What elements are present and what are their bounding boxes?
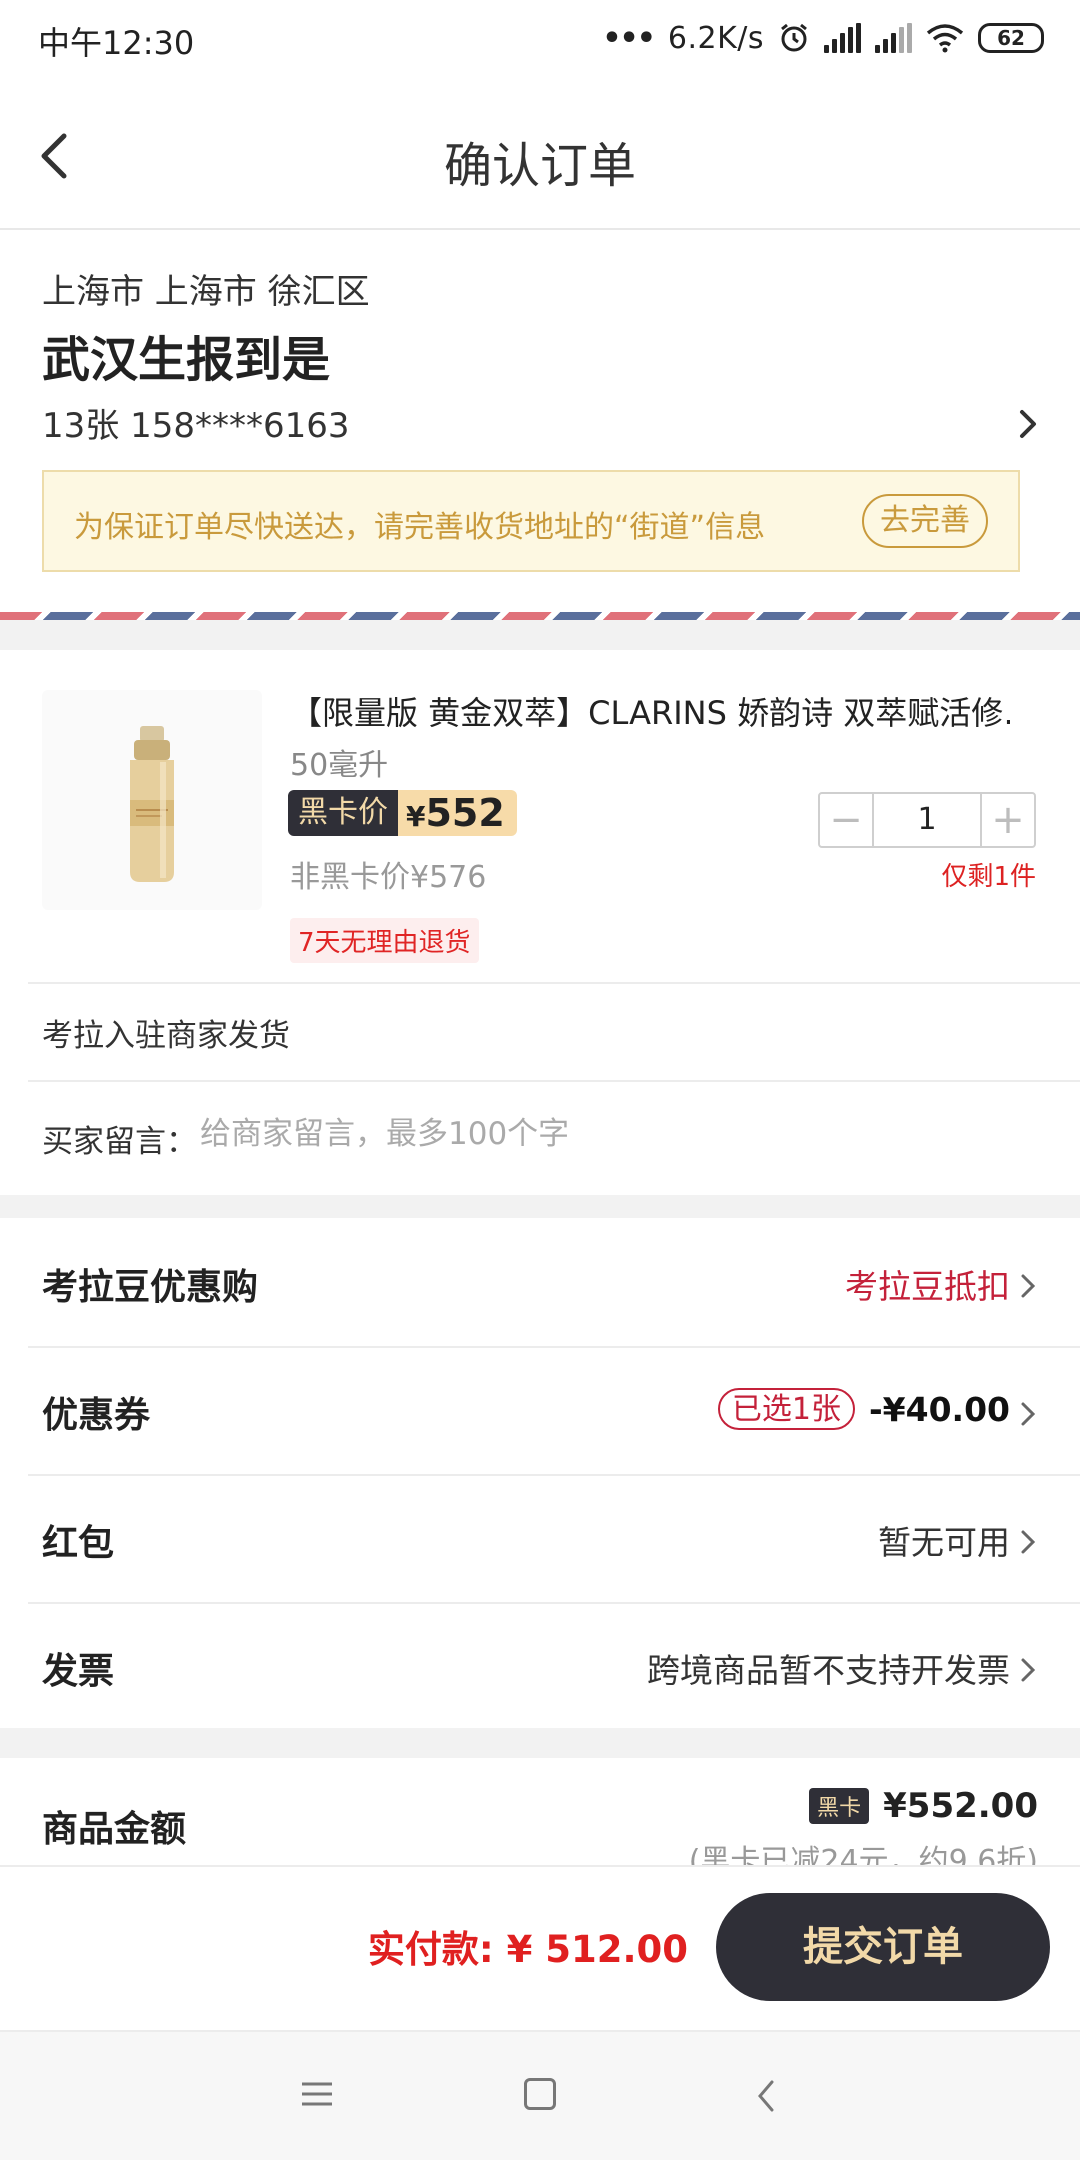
decrease-button[interactable]: − — [820, 794, 872, 846]
wifi-icon — [926, 24, 964, 53]
goods-amount-label: 商品金额 — [42, 1809, 187, 1850]
beans-value-text: 考拉豆抵扣 — [845, 1267, 1010, 1306]
divider — [28, 1080, 1080, 1082]
red-packet-value: 暂无可用 — [878, 1523, 1010, 1562]
goods-amount: 黑卡 ¥552.00 — [809, 1786, 1038, 1826]
chevron-right-icon[interactable] — [1016, 404, 1042, 444]
menu-icon[interactable] — [300, 2080, 334, 2108]
system-nav-bar — [0, 2030, 1080, 2160]
airmail-divider — [0, 612, 1080, 620]
refund-badge: 7天无理由退货 — [290, 918, 479, 963]
black-card-badge: 黑卡 — [809, 1788, 870, 1824]
normal-price: 非黑卡价¥576 — [290, 860, 487, 895]
signal-icon — [875, 23, 912, 53]
coupon-value: 已选1张 -¥40.00 — [717, 1388, 1010, 1430]
black-card-value: ¥552 — [398, 790, 517, 836]
increase-button[interactable]: + — [982, 794, 1034, 846]
quantity-stepper: − 1 + — [818, 792, 1036, 848]
black-card-label: 黑卡价 — [288, 790, 398, 836]
serum-bottle-icon — [130, 726, 174, 882]
black-card-amount: 552 — [425, 791, 505, 835]
product-section: 【限量版 黄金双萃】CLARINS 娇韵诗 双萃赋活修… 50毫升 黑卡价 ¥5… — [0, 650, 1080, 1195]
product-title[interactable]: 【限量版 黄金双萃】CLARINS 娇韵诗 双萃赋活修… — [290, 688, 1010, 734]
goods-amount-value: ¥552.00 — [883, 1786, 1038, 1826]
chevron-right-icon — [1021, 1658, 1036, 1682]
chevron-right-icon — [1021, 1402, 1036, 1426]
submit-order-button[interactable]: 提交订单 — [716, 1893, 1050, 2001]
coupon-selected-badge: 已选1张 — [717, 1388, 855, 1430]
home-icon[interactable] — [524, 2078, 556, 2110]
address-contact: 13张 158****6163 — [42, 406, 350, 446]
invoice-value: 跨境商品暂不支持开发票 — [647, 1651, 1010, 1690]
chevron-right-icon — [1021, 1530, 1036, 1554]
section-gap — [0, 1195, 1080, 1218]
discount-note: (黑卡已减24元，约9.6折) — [688, 1844, 1038, 1868]
product-image[interactable] — [42, 690, 262, 910]
status-time: 中午12:30 — [38, 24, 195, 62]
order-options: 考拉豆优惠购 考拉豆抵扣 优惠券 已选1张 -¥40.00 红包 暂无可用 发票… — [0, 1218, 1080, 1728]
section-gap — [0, 620, 1080, 650]
address-notice: 为保证订单尽快送达，请完善收货地址的“街道”信息 去完善 — [42, 470, 1020, 572]
currency-symbol: ¥ — [406, 800, 426, 833]
beans-label: 考拉豆优惠购 — [42, 1267, 259, 1308]
chevron-right-icon — [1021, 1274, 1036, 1298]
product-spec: 50毫升 — [290, 748, 389, 783]
back-icon[interactable] — [754, 2078, 778, 2114]
stock-note: 仅剩1件 — [941, 862, 1036, 892]
status-bar: 中午12:30 ••• 6.2K/s 62 — [0, 0, 1080, 80]
coupon-label: 优惠券 — [42, 1395, 151, 1436]
red-packet-label: 红包 — [42, 1523, 115, 1564]
address-region: 上海市 上海市 徐汇区 — [42, 272, 370, 312]
quantity-value[interactable]: 1 — [872, 794, 982, 846]
option-row-coupon[interactable]: 优惠券 已选1张 -¥40.00 — [0, 1346, 1080, 1474]
payable-amount: 实付款: ¥ 512.00 — [367, 1928, 688, 1971]
address-card[interactable]: 上海市 上海市 徐汇区 武汉生报到是 13张 158****6163 为保证订单… — [0, 232, 1080, 612]
section-gap — [0, 1728, 1080, 1758]
beans-value: 考拉豆抵扣 — [845, 1260, 1010, 1308]
coupon-amount: -¥40.00 — [868, 1389, 1010, 1429]
amount-summary: 商品金额 黑卡 ¥552.00 (黑卡已减24元，约9.6折) — [0, 1758, 1080, 1868]
complete-address-button[interactable]: 去完善 — [862, 494, 988, 548]
invoice-label: 发票 — [42, 1651, 115, 1692]
seller-info: 考拉入驻商家发货 — [42, 1018, 290, 1054]
option-row-red-packet[interactable]: 红包 暂无可用 — [0, 1474, 1080, 1602]
status-icons: ••• 6.2K/s 62 — [602, 16, 1044, 60]
notification-dots: ••• — [602, 20, 656, 56]
checkout-bar: 实付款: ¥ 512.00 提交订单 — [0, 1865, 1080, 2030]
address-notice-text: 为保证订单尽快送达，请完善收货地址的“街道”信息 — [74, 510, 766, 545]
alarm-icon — [781, 23, 807, 52]
battery-icon: 62 — [978, 23, 1044, 53]
divider — [28, 982, 1080, 984]
nav-bar: 确认订单 — [0, 80, 1080, 230]
page-title: 确认订单 — [443, 138, 636, 194]
option-row-invoice[interactable]: 发票 跨境商品暂不支持开发票 — [0, 1602, 1080, 1730]
net-speed: 6.2K/s — [667, 20, 764, 56]
option-row-beans[interactable]: 考拉豆优惠购 考拉豆抵扣 — [0, 1218, 1080, 1346]
address-street: 武汉生报到是 — [42, 332, 331, 388]
black-card-price: 黑卡价 ¥552 — [288, 790, 517, 836]
buyer-message-input[interactable] — [200, 1116, 1000, 1152]
signal-icon — [824, 23, 861, 53]
message-label: 买家留言： — [42, 1124, 197, 1160]
